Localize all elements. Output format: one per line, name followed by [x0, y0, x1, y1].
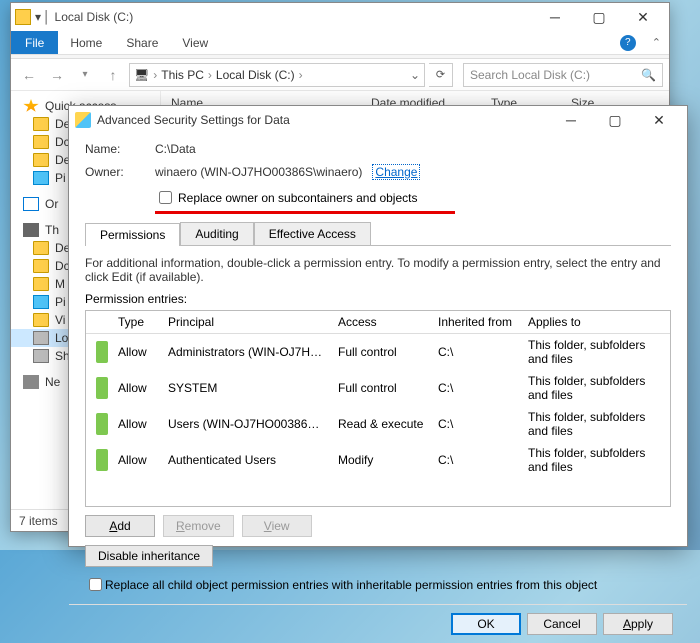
change-owner-link[interactable]: Change: [372, 164, 420, 180]
dialog-maximize-button[interactable]: ▢: [593, 106, 637, 134]
ribbon-tabs: File Home Share View ? ⌃: [11, 31, 669, 55]
folder-icon: [33, 259, 49, 273]
drive-icon: [15, 9, 31, 25]
user-group-icon: [96, 341, 108, 363]
folder-icon: [33, 277, 49, 291]
help-icon[interactable]: ?: [620, 35, 636, 51]
permission-row[interactable]: AllowUsers (WIN-OJ7HO00386S\Us…Read & ex…: [86, 406, 670, 442]
owner-value: winaero (WIN-OJ7HO00386S\winaero): [155, 165, 362, 179]
pictures-icon: [33, 171, 49, 185]
pc-icon: [23, 223, 39, 237]
tab-effective-access[interactable]: Effective Access: [254, 222, 371, 245]
ribbon-collapse-icon[interactable]: ⌃: [652, 36, 661, 49]
permission-row[interactable]: AllowAuthenticated UsersModifyC:\This fo…: [86, 442, 670, 478]
nav-forward-button[interactable]: →: [45, 63, 69, 87]
user-group-icon: [96, 413, 108, 435]
tab-permissions[interactable]: Permissions: [85, 223, 180, 246]
dialog-title: Advanced Security Settings for Data: [97, 113, 290, 127]
explorer-titlebar: ▾ │ Local Disk (C:) ─ ▢ ✕: [11, 3, 669, 31]
replace-owner-checkbox[interactable]: [159, 191, 172, 204]
folder-icon: [33, 135, 49, 149]
crumb-drive[interactable]: Local Disk (C:): [216, 68, 295, 82]
navbar: ← → ▾ ↑ 🖥 › This PC › Local Disk (C:) › …: [11, 59, 669, 91]
ok-button[interactable]: OK: [451, 613, 521, 635]
qat-sep: │: [43, 10, 51, 24]
star-icon: [23, 99, 39, 113]
folder-icon: [33, 313, 49, 327]
col-access[interactable]: Access: [332, 311, 432, 333]
dialog-close-button[interactable]: ✕: [637, 106, 681, 134]
highlight-line: [155, 211, 455, 214]
user-group-icon: [96, 449, 108, 471]
view-button: View: [242, 515, 312, 537]
nav-history-button[interactable]: ▾: [73, 63, 97, 87]
replace-child-label: Replace all child object permission entr…: [105, 578, 597, 592]
col-type[interactable]: Type: [112, 311, 162, 333]
search-icon: 🔍: [641, 68, 656, 82]
dialog-minimize-button[interactable]: ─: [549, 106, 593, 134]
replace-child-checkbox[interactable]: [89, 578, 102, 591]
tab-auditing[interactable]: Auditing: [180, 222, 253, 245]
refresh-button[interactable]: ⟳: [429, 63, 453, 87]
col-inherited[interactable]: Inherited from: [432, 311, 522, 333]
name-label: Name:: [85, 142, 155, 156]
tab-home[interactable]: Home: [58, 32, 114, 54]
disk-icon: [33, 349, 49, 363]
remove-button: Remove: [163, 515, 234, 537]
pictures-icon: [33, 295, 49, 309]
tab-view[interactable]: View: [170, 32, 220, 54]
close-button[interactable]: ✕: [621, 3, 665, 31]
address-bar[interactable]: 🖥 › This PC › Local Disk (C:) › ⌄: [129, 63, 425, 87]
minimize-button[interactable]: ─: [533, 3, 577, 31]
crumb-pc[interactable]: This PC: [161, 68, 204, 82]
permission-row[interactable]: AllowAdministrators (WIN-OJ7HO0…Full con…: [86, 334, 670, 370]
disable-inheritance-button[interactable]: Disable inheritance: [85, 545, 213, 567]
address-dropdown-icon[interactable]: ⌄: [410, 68, 420, 82]
search-input[interactable]: Search Local Disk (C:) 🔍: [463, 63, 663, 87]
security-dialog: Advanced Security Settings for Data ─ ▢ …: [68, 105, 688, 547]
cancel-button[interactable]: Cancel: [527, 613, 597, 635]
dialog-footer: OK Cancel Apply: [69, 604, 687, 643]
folder-icon: [33, 241, 49, 255]
user-group-icon: [96, 377, 108, 399]
dialog-tabs: Permissions Auditing Effective Access: [85, 222, 671, 246]
tab-file[interactable]: File: [11, 31, 58, 54]
window-title: Local Disk (C:): [55, 10, 134, 24]
item-count: 7 items: [19, 514, 58, 528]
network-icon: [23, 375, 39, 389]
onedrive-icon: [23, 197, 39, 211]
nav-back-button[interactable]: ←: [17, 63, 41, 87]
dialog-titlebar: Advanced Security Settings for Data ─ ▢ …: [69, 106, 687, 134]
add-button[interactable]: Add: [85, 515, 155, 537]
apply-button[interactable]: Apply: [603, 613, 673, 635]
entries-label: Permission entries:: [85, 292, 671, 306]
owner-label: Owner:: [85, 165, 155, 179]
tab-share[interactable]: Share: [114, 32, 170, 54]
search-placeholder: Search Local Disk (C:): [470, 68, 590, 82]
permission-table: Type Principal Access Inherited from App…: [85, 310, 671, 507]
folder-icon: [33, 117, 49, 131]
maximize-button[interactable]: ▢: [577, 3, 621, 31]
folder-icon: [33, 153, 49, 167]
replace-owner-label: Replace owner on subcontainers and objec…: [178, 191, 417, 205]
shield-icon: [75, 112, 91, 128]
pc-icon: 🖥: [134, 68, 149, 82]
info-text: For additional information, double-click…: [85, 256, 671, 284]
name-value: C:\Data: [155, 142, 196, 156]
nav-up-button[interactable]: ↑: [101, 63, 125, 87]
disk-icon: [33, 331, 49, 345]
col-applies[interactable]: Applies to: [522, 311, 670, 333]
permission-row[interactable]: AllowSYSTEMFull controlC:\This folder, s…: [86, 370, 670, 406]
col-principal[interactable]: Principal: [162, 311, 332, 333]
qat-icon: ▾: [35, 10, 41, 24]
